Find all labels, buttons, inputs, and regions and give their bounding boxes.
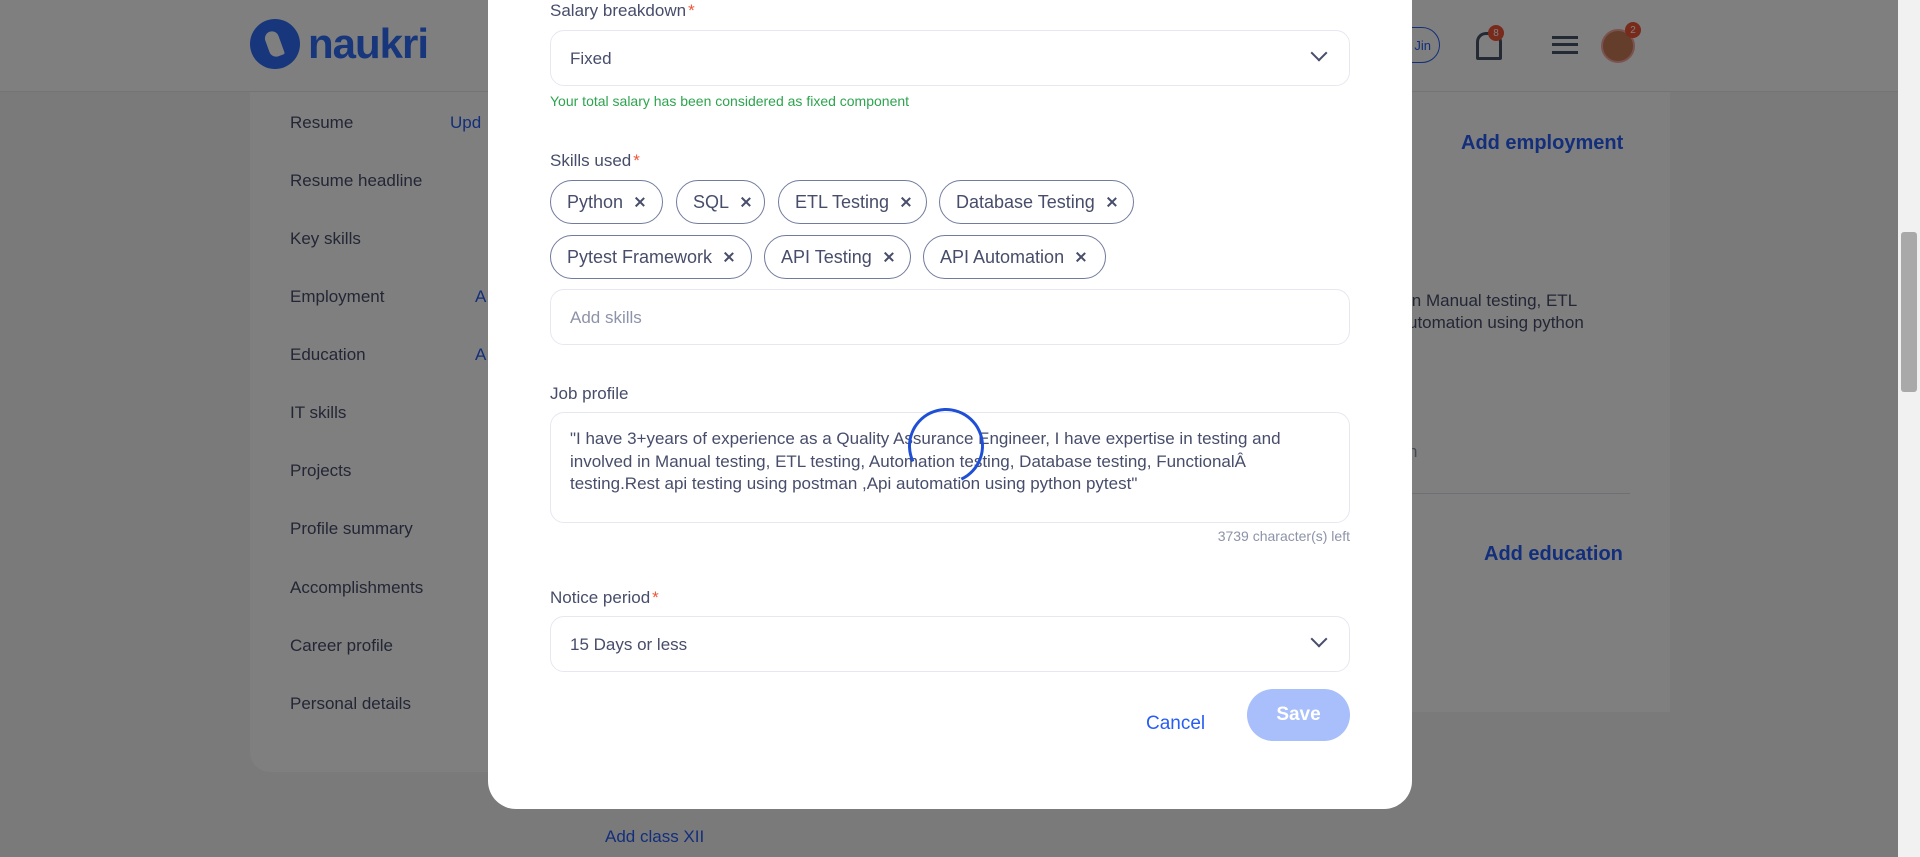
- notice-period-select[interactable]: 15 Days or less: [550, 616, 1350, 672]
- skill-chip-label: Database Testing: [956, 191, 1095, 212]
- close-icon[interactable]: [739, 195, 753, 209]
- required-asterisk: *: [633, 151, 640, 170]
- close-icon[interactable]: [722, 250, 736, 264]
- salary-breakdown-label-text: Salary breakdown: [550, 1, 687, 20]
- chevron-down-icon: [1310, 44, 1328, 62]
- skills-used-label: Skills used *: [550, 151, 640, 171]
- skill-chip-label: Pytest Framework: [567, 246, 713, 267]
- page-scrollbar[interactable]: [1898, 0, 1920, 857]
- close-icon[interactable]: [1074, 250, 1088, 264]
- close-icon[interactable]: [633, 195, 647, 209]
- skill-chip-label: SQL: [693, 191, 730, 212]
- cancel-button[interactable]: Cancel: [1146, 713, 1205, 735]
- skill-chip: Database Testing: [939, 180, 1134, 224]
- characters-left-counter: 3739 character(s) left: [1217, 528, 1350, 544]
- skill-chip-label: Python: [567, 191, 624, 212]
- save-button-label: Save: [1276, 704, 1321, 725]
- skill-chip: API Automation: [923, 235, 1106, 279]
- chevron-down-icon: [1310, 630, 1328, 648]
- add-skills-input[interactable]: Add skills: [550, 289, 1350, 345]
- salary-breakdown-select[interactable]: Fixed: [550, 30, 1350, 86]
- skill-chip-label: API Testing: [781, 246, 872, 267]
- notice-period-value: 15 Days or less: [570, 635, 688, 654]
- add-skills-placeholder: Add skills: [570, 308, 642, 327]
- close-icon[interactable]: [1105, 195, 1119, 209]
- job-profile-label: Job profile: [550, 384, 628, 404]
- skill-chip: Pytest Framework: [550, 235, 752, 279]
- notice-period-label-text: Notice period: [550, 588, 651, 607]
- save-button[interactable]: Save: [1247, 689, 1350, 741]
- salary-breakdown-value: Fixed: [570, 49, 612, 68]
- skill-chip: Python: [550, 180, 663, 224]
- job-profile-label-text: Job profile: [550, 384, 629, 403]
- skills-used-label-text: Skills used: [550, 151, 632, 170]
- required-asterisk: *: [688, 1, 695, 20]
- skill-chip: SQL: [676, 180, 765, 224]
- salary-breakdown-label: Salary breakdown *: [550, 1, 695, 21]
- close-icon[interactable]: [899, 195, 913, 209]
- employment-edit-modal: Salary breakdown * Fixed Your total salar…: [488, 0, 1412, 809]
- salary-breakdown-hint: Your total salary has been considered as…: [550, 93, 910, 109]
- skill-chip-label: API Automation: [940, 246, 1065, 267]
- close-icon[interactable]: [882, 250, 896, 264]
- required-asterisk: *: [652, 588, 659, 607]
- skill-chip: ETL Testing: [778, 180, 927, 224]
- notice-period-label: Notice period *: [550, 588, 659, 608]
- skill-chip: API Testing: [764, 235, 911, 279]
- skill-chip-label: ETL Testing: [795, 191, 890, 212]
- page-scrollbar-thumb[interactable]: [1901, 232, 1917, 392]
